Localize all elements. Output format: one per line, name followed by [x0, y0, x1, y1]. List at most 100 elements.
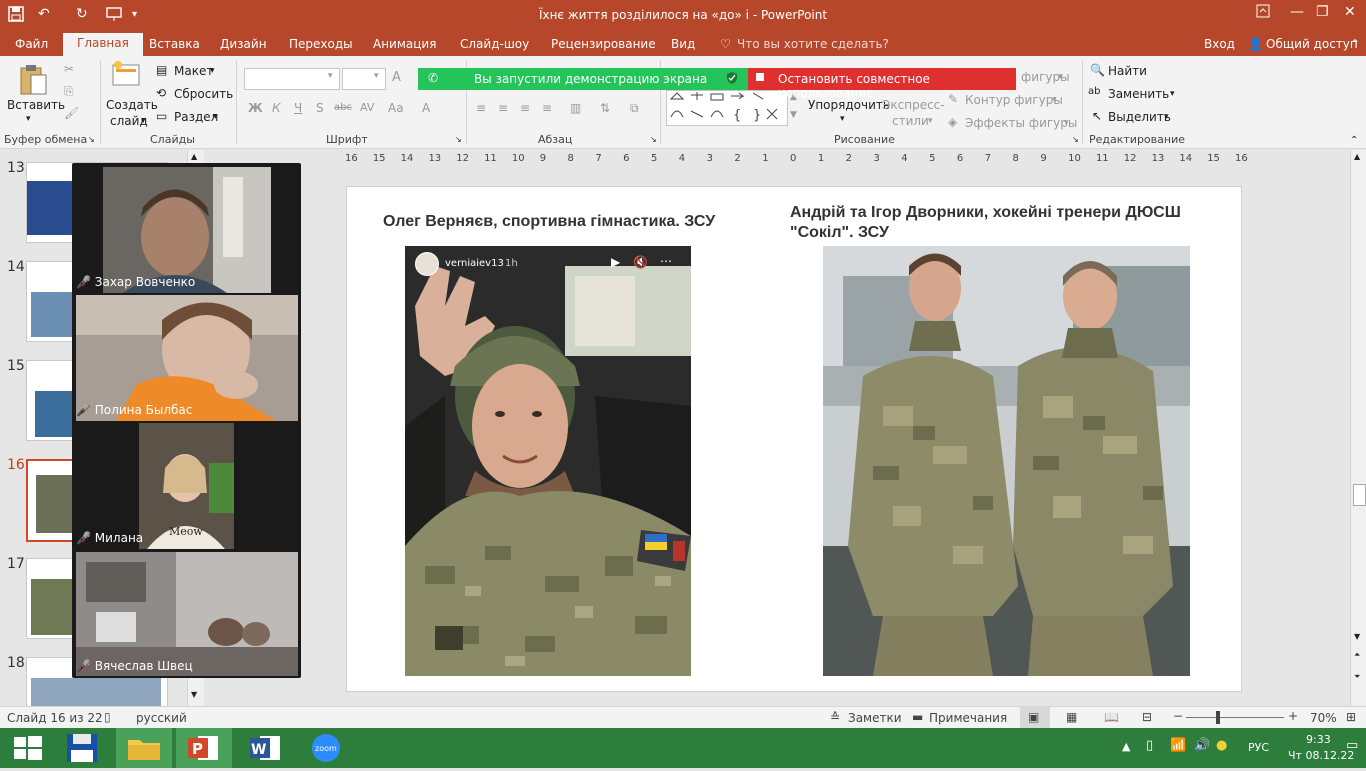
reading-view-icon[interactable]: 📖: [1104, 710, 1119, 724]
comments-button[interactable]: Примечания: [929, 711, 1007, 725]
cut-icon[interactable]: ✂: [64, 62, 74, 76]
font-name-dropdown-icon[interactable]: ▾: [328, 71, 333, 81]
arrange-button[interactable]: Упорядочить: [808, 98, 890, 112]
participant-video[interactable]: [76, 552, 298, 676]
shapes-gallery[interactable]: { }: [666, 90, 788, 126]
replace-dropdown-icon[interactable]: ▾: [1170, 89, 1175, 99]
replace-button[interactable]: Заменить: [1108, 87, 1169, 101]
zoom-level[interactable]: 70%: [1310, 711, 1337, 725]
justify-icon[interactable]: ≡: [542, 101, 552, 115]
tab-transitions[interactable]: Переходы: [289, 37, 353, 51]
collapse-icon[interactable]: ⌃: [1350, 135, 1358, 146]
photo-two-soldiers[interactable]: [823, 246, 1190, 676]
new-slide-label-1[interactable]: Создать: [106, 98, 158, 112]
network-icon[interactable]: 📶: [1170, 738, 1186, 753]
quick-styles-label-1[interactable]: Экспресс-: [882, 98, 945, 112]
scroll-thumb[interactable]: [1353, 484, 1366, 506]
shapes-more-icon[interactable]: ▼: [790, 110, 797, 120]
stop-share-button[interactable]: Остановить совместное использование: [748, 68, 1016, 100]
restore-icon[interactable]: ❐: [1316, 4, 1329, 20]
signin-link[interactable]: Вход: [1204, 37, 1235, 51]
tab-review[interactable]: Рецензирование: [551, 37, 656, 51]
scroll-down-icon[interactable]: ▼: [1354, 632, 1360, 641]
select-button[interactable]: Выделить: [1108, 110, 1171, 124]
font-name-input[interactable]: [244, 68, 340, 90]
minimize-icon[interactable]: —: [1290, 4, 1304, 20]
input-language[interactable]: РУС: [1248, 741, 1269, 754]
shape-effects-dropdown-icon[interactable]: ▾: [1064, 118, 1069, 128]
char-spacing-button[interactable]: AV: [360, 101, 374, 114]
close-icon[interactable]: ✕: [1344, 4, 1356, 20]
shape-effects-button[interactable]: Эффекты фигуры: [965, 116, 1077, 130]
next-slide-icon[interactable]: ⏷: [1354, 672, 1360, 682]
italic-button[interactable]: К: [272, 101, 281, 115]
section-dropdown-icon[interactable]: ▾: [213, 112, 218, 122]
windows-start-icon[interactable]: [0, 728, 56, 768]
proofing-icon[interactable]: ▯: [104, 710, 111, 724]
align-right-icon[interactable]: ≡: [520, 101, 530, 115]
tab-insert[interactable]: Вставка: [149, 37, 200, 51]
copy-icon[interactable]: ⎘: [64, 84, 74, 99]
collapse-ribbon-icon[interactable]: ⌃: [1350, 37, 1360, 51]
slide-canvas[interactable]: Олег Верняєв, спортивна гімнастика. ЗСУ …: [346, 186, 1242, 692]
fit-slide-icon[interactable]: ⊞: [1346, 710, 1356, 724]
zoom-slider-thumb[interactable]: [1216, 711, 1220, 724]
change-case-button[interactable]: Aa: [388, 101, 404, 115]
zoom-out-button[interactable]: −: [1173, 709, 1183, 723]
paste-icon[interactable]: [18, 62, 48, 99]
photo-soldier-selfie[interactable]: verniaiev13 1h ▶ 🔇 ⋯: [405, 246, 691, 676]
layout-button[interactable]: Макет: [174, 64, 213, 78]
zoom-icon[interactable]: zoom: [298, 728, 354, 768]
save-disk-icon[interactable]: [56, 728, 112, 768]
notifications-icon[interactable]: ▭: [1346, 738, 1358, 753]
shadow-button[interactable]: S: [316, 101, 324, 115]
text-direction-icon[interactable]: ⇅: [600, 101, 610, 115]
tab-slideshow[interactable]: Слайд-шоу: [460, 37, 529, 51]
volume-icon[interactable]: 🔊: [1194, 738, 1210, 753]
participant-video[interactable]: Meow: [139, 423, 234, 549]
align-center-icon[interactable]: ≡: [498, 101, 508, 115]
scroll-up-icon[interactable]: ▲: [1354, 152, 1360, 161]
drawing-launcher-icon[interactable]: ↘: [1072, 135, 1079, 144]
paste-dropdown-icon[interactable]: ▾: [26, 114, 31, 124]
reset-button[interactable]: Сбросить: [174, 87, 233, 101]
app-tray-icon[interactable]: ●: [1216, 738, 1227, 753]
slide-scrollbar[interactable]: ▲ ▼ ⏶ ⏷: [1350, 150, 1366, 706]
font-size-dropdown-icon[interactable]: ▾: [374, 71, 379, 81]
shape-outline-dropdown-icon[interactable]: ▾: [1052, 95, 1057, 105]
slide-sorter-icon[interactable]: ▦: [1066, 710, 1077, 724]
file-explorer-icon[interactable]: [116, 728, 172, 768]
format-painter-icon[interactable]: 🖌: [64, 106, 79, 120]
section-button[interactable]: Раздел: [174, 110, 218, 124]
paragraph-launcher-icon[interactable]: ↘: [650, 135, 657, 144]
underline-button[interactable]: Ч: [294, 101, 302, 115]
tab-view[interactable]: Вид: [671, 37, 695, 51]
ribbon-display-icon[interactable]: [1256, 4, 1270, 22]
tab-file[interactable]: Файл: [15, 37, 48, 51]
smartart-icon[interactable]: ⧉: [630, 101, 639, 116]
font-color-button[interactable]: A: [422, 101, 430, 115]
quick-styles-dropdown-icon[interactable]: ▾: [928, 116, 933, 126]
tray-expand-icon[interactable]: ▲: [1122, 740, 1130, 753]
zoom-slider[interactable]: [1186, 717, 1284, 718]
bold-button[interactable]: Ж: [248, 101, 263, 115]
language-status[interactable]: русский: [136, 711, 187, 725]
tab-design[interactable]: Дизайн: [220, 37, 267, 51]
font-size-input[interactable]: [342, 68, 386, 90]
arrange-dropdown-icon[interactable]: ▾: [840, 114, 845, 124]
layout-dropdown-icon[interactable]: ▾: [210, 66, 215, 76]
slideshow-view-icon[interactable]: ⊟: [1142, 710, 1152, 724]
share-button[interactable]: Общий доступ: [1266, 37, 1358, 51]
clipboard-launcher-icon[interactable]: ↘: [88, 135, 95, 144]
strikethrough-button[interactable]: abc: [334, 102, 352, 113]
zoom-in-button[interactable]: +: [1288, 709, 1298, 723]
tab-home[interactable]: Главная: [63, 33, 143, 56]
scroll-down-icon[interactable]: ▼: [191, 690, 197, 699]
paste-button[interactable]: Вставить: [7, 98, 65, 112]
grow-font-button[interactable]: A: [392, 70, 401, 85]
new-slide-dropdown-icon[interactable]: ▾: [141, 116, 146, 126]
scroll-up-icon[interactable]: ▲: [191, 152, 197, 161]
word-icon[interactable]: W: [238, 728, 294, 768]
new-slide-icon[interactable]: [112, 61, 142, 90]
shape-effects-icon[interactable]: ◈: [948, 115, 957, 129]
